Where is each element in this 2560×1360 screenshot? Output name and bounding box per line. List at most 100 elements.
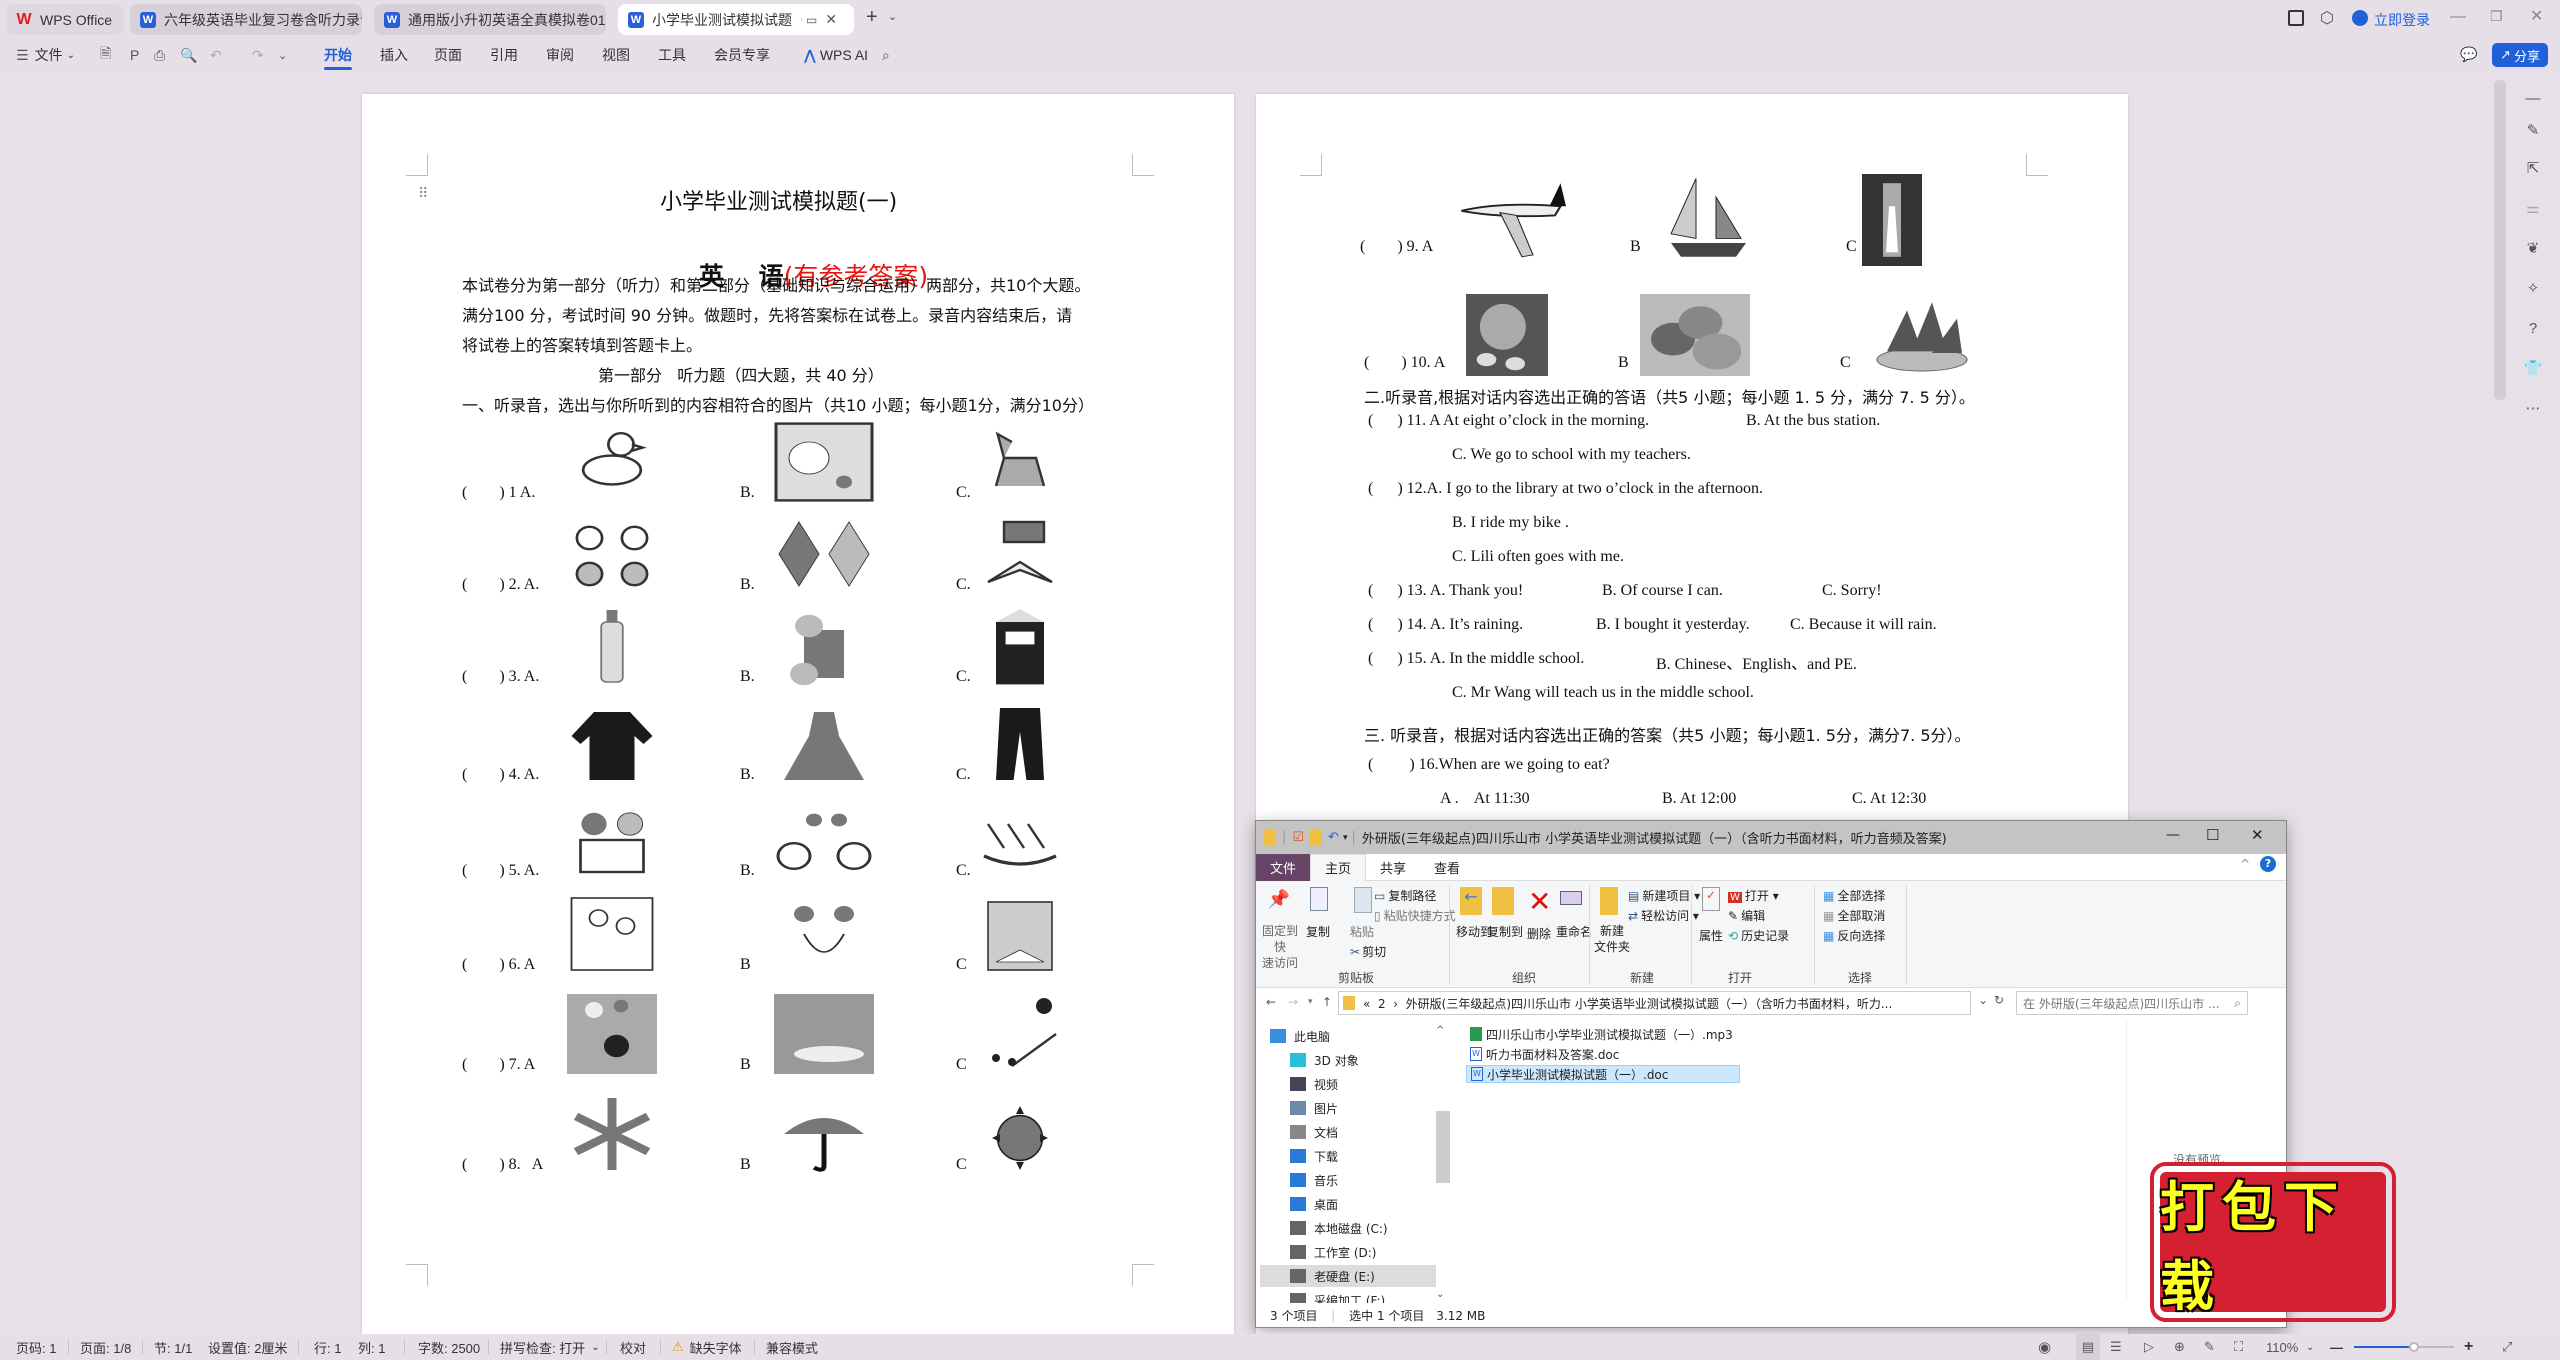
collapse-ribbon-icon[interactable]: ^ [2240,857,2250,871]
explorer-maximize-button[interactable]: ☐ [2206,826,2219,844]
new-item-button[interactable]: ▤ 新建项目 ▾ [1628,887,1700,904]
explorer-close-button[interactable]: ✕ [2251,826,2264,844]
vertical-scrollbar[interactable] [2494,80,2506,400]
window-layout-icon[interactable] [2288,10,2304,26]
nav-item[interactable]: 图片 [1290,1097,1440,1119]
new-folder-button[interactable]: 新建 文件夹 [1594,923,1630,955]
status-page-count[interactable]: 页面: 1/8 [80,1334,131,1360]
menu-tab-references[interactable]: 引用 [490,40,518,70]
option-a-image[interactable] [567,894,657,974]
tab-doc-active[interactable]: W 小学毕业测试模拟试题（一）. ▭ ✕ [618,4,854,35]
redo-icon[interactable]: ↷ [252,40,264,70]
skin-icon[interactable]: 👕 [2518,356,2548,380]
option-b-image[interactable] [774,800,874,880]
close-window-button[interactable]: ✕ [2530,6,2543,26]
rename-icon[interactable] [1560,891,1582,905]
scroll-up-icon[interactable]: ^ [1436,1025,1444,1036]
option-b-image[interactable] [774,704,874,784]
option-c-image[interactable] [980,1094,1060,1174]
undo-icon[interactable]: ↶ [210,40,222,70]
option-a-image[interactable] [567,606,657,686]
select-none-button[interactable]: ▦ 全部取消 [1823,907,1885,924]
copy-icon[interactable] [1310,887,1328,911]
nav-item[interactable]: 文档 [1290,1121,1440,1143]
status-column[interactable]: 列: 1 [358,1334,385,1360]
paste-shortcut-button[interactable]: ▯ 粘贴快捷方式 [1374,907,1456,924]
copy-path-button[interactable]: ▭ 复制路径 [1374,887,1436,904]
delete-icon[interactable]: ✕ [1528,885,1551,918]
pin-quick-access-button[interactable]: 固定到快 速访问 [1260,923,1300,971]
web-view-icon[interactable]: ⊕ [2174,1334,2185,1360]
option-a-image[interactable] [567,422,657,502]
new-folder-quick-icon[interactable] [1310,829,1323,846]
refresh-button[interactable]: ↻ [1994,993,2004,1007]
option-b-image[interactable] [774,1094,874,1174]
fit-page-icon[interactable]: ⛶ [2234,1334,2243,1360]
status-section[interactable]: 节: 1/1 [154,1334,192,1360]
zoom-in-button[interactable]: + [2464,1334,2473,1360]
option-b-image[interactable] [774,894,874,974]
document-page-1[interactable]: ⠿ 小学毕业测试模拟题(一) 英 语(有参考答案) 本试卷分为第一部分（听力）和… [362,94,1234,1334]
help-icon[interactable]: ? [2260,856,2276,872]
more-chevron-icon[interactable]: ⌄ [278,40,287,70]
paste-button[interactable]: 粘贴 [1350,923,1374,940]
delete-button[interactable]: 删除 [1527,925,1551,942]
help-icon[interactable]: ? [2518,316,2548,340]
address-dropdown[interactable]: ⌄ [1978,993,1988,1007]
print-icon[interactable]: ⎙ [154,40,165,70]
zoom-level[interactable]: 110% [2266,1334,2298,1360]
option-a-image[interactable] [567,514,657,594]
cut-button[interactable]: ✂ 剪切 [1350,943,1386,960]
fullscreen-icon[interactable]: ⤢ [2502,1334,2512,1360]
invert-selection-button[interactable]: ▦ 反向选择 [1823,927,1885,944]
select-arrow-icon[interactable]: ⇱ [2518,156,2548,180]
option-c-image[interactable] [980,514,1060,594]
scroll-down-icon[interactable]: ⌄ [1436,1289,1444,1300]
option-a-image[interactable] [567,994,657,1074]
share-button[interactable]: ↗ 分享 [2492,43,2548,67]
address-bar[interactable]: « 2 › 外研版(三年级起点)四川乐山市 小学英语毕业测试模拟试题（一）（含听… [1338,991,1971,1015]
explorer-tab-view[interactable]: 查看 [1420,854,1474,881]
status-page-number[interactable]: 页码: 1 [16,1334,56,1360]
nav-scrollbar-thumb[interactable] [1436,1111,1450,1183]
option-c-image[interactable] [1862,174,1922,266]
option-b-image[interactable] [774,422,874,502]
status-row[interactable]: 行: 1 [314,1334,341,1360]
wps-ai-button[interactable]: ⋀ WPS AI [804,40,868,70]
menu-tab-insert[interactable]: 插入 [380,40,408,70]
nav-item[interactable]: 采编加工 (F:) [1290,1289,1440,1303]
tab-wps-home[interactable]: W WPS Office [6,4,124,35]
explorer-minimize-button[interactable]: — [2166,827,2180,843]
proofread-button[interactable]: 校对 [620,1334,646,1360]
new-tab-button[interactable]: + [866,6,878,29]
option-c-image[interactable] [980,994,1060,1074]
menu-tab-page[interactable]: 页面 [434,40,462,70]
download-stamp-button[interactable]: 打包下载 [2150,1162,2396,1322]
minimize-button[interactable]: — [2450,8,2466,26]
explorer-tab-file[interactable]: 文件 [1256,853,1311,881]
option-c-image[interactable] [980,800,1060,880]
nav-item[interactable]: 桌面 [1290,1193,1440,1215]
new-folder-icon[interactable] [1600,887,1618,915]
collapse-icon[interactable]: — [2518,86,2548,110]
pin-icon[interactable]: 📌 [1264,889,1294,910]
back-button[interactable]: ← [1266,995,1276,1009]
option-a-image[interactable] [1456,174,1566,266]
pen-icon[interactable]: ✎ [2518,118,2548,142]
copy-to-button[interactable]: 复制到 [1487,923,1523,940]
option-c-image[interactable] [980,422,1060,502]
print-preview-icon[interactable]: 🔍 [180,40,197,70]
option-a-image[interactable] [567,704,657,784]
status-word-count[interactable]: 字数: 2500 [418,1334,480,1360]
eye-protection-icon[interactable]: ◉ [2038,1334,2051,1360]
status-setting[interactable]: 设置值: 2厘米 [208,1334,287,1360]
open-button[interactable]: W 打开 ▾ [1728,887,1779,904]
file-item[interactable]: 四川乐山市小学毕业测试模拟试题（一）.mp3 [1466,1025,1737,1043]
nav-item[interactable]: 此电脑 [1270,1025,1440,1047]
properties-icon[interactable]: ✓ [1702,887,1720,911]
up-button[interactable]: ↑ [1322,995,1332,1009]
more-icon[interactable]: ⋯ [2518,396,2548,420]
properties-quick-icon[interactable]: ☑ [1292,830,1304,845]
play-icon[interactable]: ▷ [2144,1334,2154,1360]
file-menu-button[interactable]: ☰ 文件 ⌄ [16,40,75,70]
